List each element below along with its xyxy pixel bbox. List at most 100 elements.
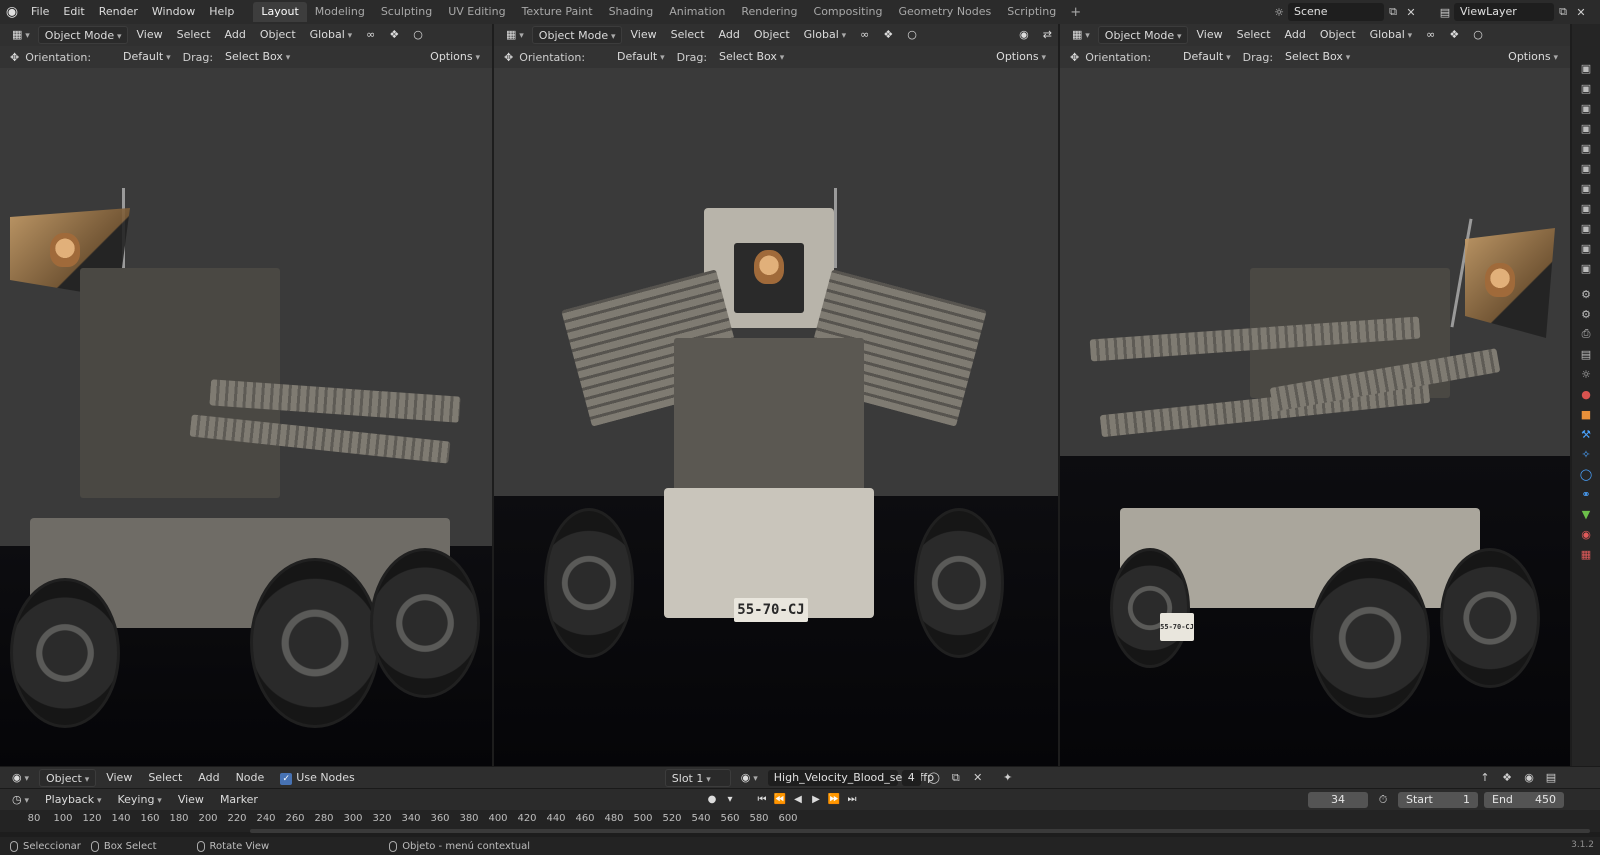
viewport-left[interactable]: ▦ Object Mode View Select Add Object Glo…	[0, 24, 494, 766]
menu-playback[interactable]: Playback	[39, 791, 107, 809]
proportional-edit-icon[interactable]: ○	[901, 26, 923, 44]
menu-view[interactable]: View	[130, 26, 168, 44]
new-viewlayer-icon[interactable]: ⧉	[1554, 3, 1572, 21]
orientation-dropdown[interactable]: Default	[1177, 48, 1237, 66]
blender-logo-icon[interactable]: ◉	[0, 0, 24, 24]
tab-rendering[interactable]: Rendering	[733, 2, 805, 22]
camera-icon[interactable]: ▣	[1578, 260, 1594, 276]
move-icon[interactable]: ✥	[504, 51, 513, 64]
slot-dropdown[interactable]: Slot 1	[664, 768, 731, 787]
tab-layout[interactable]: Layout	[253, 2, 307, 22]
end-frame-field[interactable]: End 450	[1484, 792, 1564, 808]
camera-icon[interactable]: ▣	[1578, 60, 1594, 76]
material-icon[interactable]: ◉	[1578, 526, 1594, 542]
tab-scripting[interactable]: Scripting	[999, 2, 1064, 22]
menu-select[interactable]: Select	[1231, 26, 1277, 44]
view-layer-icon[interactable]: ▤	[1578, 346, 1594, 362]
jump-end-icon[interactable]: ⏭	[844, 790, 860, 808]
tool-icon[interactable]: ⚙	[1578, 286, 1594, 302]
output-icon[interactable]: ⎙	[1578, 326, 1594, 342]
drag-dropdown[interactable]: Select Box	[219, 48, 296, 66]
camera-icon[interactable]: ▣	[1578, 80, 1594, 96]
drag-dropdown[interactable]: Select Box	[713, 48, 790, 66]
menu-help[interactable]: Help	[202, 0, 241, 24]
transform-orientation-dropdown[interactable]: Global	[304, 26, 358, 44]
proportional-edit-icon[interactable]: ○	[1467, 26, 1489, 44]
gizmo-icon[interactable]: ⇄	[1037, 26, 1058, 44]
viewport-center[interactable]: ▦ Object Mode View Select Add Object Glo…	[494, 24, 1060, 766]
mode-dropdown[interactable]: Object Mode	[531, 26, 623, 44]
scene-icon[interactable]: ☼	[1578, 366, 1594, 382]
physics-icon[interactable]: ◯	[1578, 466, 1594, 482]
menu-node[interactable]: Node	[230, 769, 271, 787]
menu-select[interactable]: Select	[142, 769, 188, 787]
parent-node-icon[interactable]: ↑	[1476, 769, 1494, 787]
object-icon[interactable]: ■	[1578, 406, 1594, 422]
modifier-icon[interactable]: ⚒	[1578, 426, 1594, 442]
material-name-field[interactable]: High_Velocity_Blood_se1kfffp	[767, 769, 934, 786]
tab-uv-editing[interactable]: UV Editing	[440, 2, 513, 22]
tab-geometry-nodes[interactable]: Geometry Nodes	[890, 2, 999, 22]
link-icon[interactable]: ∞	[854, 26, 875, 44]
vehicle-model[interactable]	[10, 188, 480, 728]
drag-dropdown[interactable]: Select Box	[1279, 48, 1356, 66]
timeline-scrollbar[interactable]	[250, 829, 1590, 833]
menu-view[interactable]: View	[1190, 26, 1228, 44]
menu-file[interactable]: File	[24, 0, 56, 24]
menu-keying[interactable]: Keying	[111, 791, 167, 809]
link-icon[interactable]: ∞	[1420, 26, 1441, 44]
menu-marker[interactable]: Marker	[214, 791, 264, 809]
menu-object[interactable]: Object	[1314, 26, 1362, 44]
menu-add[interactable]: Add	[219, 26, 252, 44]
menu-window[interactable]: Window	[145, 0, 202, 24]
play-reverse-icon[interactable]: ◀	[790, 790, 806, 808]
tab-compositing[interactable]: Compositing	[806, 2, 891, 22]
texture-icon[interactable]: ▦	[1578, 546, 1594, 562]
menu-render[interactable]: Render	[92, 0, 145, 24]
tab-sculpting[interactable]: Sculpting	[373, 2, 440, 22]
unlink-material-icon[interactable]: ✕	[969, 769, 987, 787]
orientation-dropdown[interactable]: Default	[117, 48, 177, 66]
mode-dropdown[interactable]: Object Mode	[1097, 26, 1189, 44]
camera-icon[interactable]: ▣	[1578, 220, 1594, 236]
material-browse-icon[interactable]: ◉	[735, 769, 764, 787]
overlay-icon[interactable]: ◉	[1520, 769, 1538, 787]
chevron-down-icon[interactable]: ▾	[722, 790, 738, 808]
camera-icon[interactable]: ▣	[1578, 180, 1594, 196]
snap-icon[interactable]: ❖	[383, 26, 405, 44]
scene-field[interactable]: Scene	[1288, 3, 1384, 21]
data-icon[interactable]: ▼	[1578, 506, 1594, 522]
stopwatch-icon[interactable]: ⏱	[1374, 791, 1392, 809]
viewlayer-field[interactable]: ViewLayer	[1454, 3, 1554, 21]
material-users-count[interactable]: 4	[901, 769, 921, 786]
vehicle-model[interactable]: 55-70-CJ	[524, 188, 1024, 708]
editor-type-icon[interactable]: ▦	[6, 26, 36, 44]
snap-icon[interactable]: ❖	[1498, 769, 1516, 787]
tab-animation[interactable]: Animation	[661, 2, 733, 22]
options-button[interactable]: Options	[424, 48, 486, 66]
sidebar-toggle-icon[interactable]: ▤	[1542, 769, 1560, 787]
camera-icon[interactable]: ▣	[1578, 100, 1594, 116]
move-icon[interactable]: ✥	[10, 51, 19, 64]
editor-type-icon[interactable]: ◉	[6, 769, 35, 787]
duplicate-material-icon[interactable]: ⧉	[947, 769, 965, 787]
delete-scene-icon[interactable]: ✕	[1402, 3, 1420, 21]
camera-icon[interactable]: ▣	[1578, 140, 1594, 156]
jump-start-icon[interactable]: ⏮	[754, 790, 770, 808]
viewport-right[interactable]: ▦ Object Mode View Select Add Object Glo…	[1060, 24, 1572, 766]
snap-icon[interactable]: ❖	[877, 26, 899, 44]
menu-edit[interactable]: Edit	[56, 0, 91, 24]
viewlayer-icon[interactable]: ▤	[1436, 3, 1454, 21]
next-keyframe-icon[interactable]: ⏩	[826, 790, 842, 808]
options-button[interactable]: Options	[990, 48, 1052, 66]
tab-shading[interactable]: Shading	[601, 2, 662, 22]
editor-type-icon[interactable]: ◷	[6, 791, 35, 809]
visibility-icon[interactable]: ◉	[1013, 26, 1035, 44]
menu-add[interactable]: Add	[713, 26, 746, 44]
tab-modeling[interactable]: Modeling	[307, 2, 373, 22]
menu-add[interactable]: Add	[1279, 26, 1312, 44]
transform-orientation-dropdown[interactable]: Global	[1364, 26, 1418, 44]
render-icon[interactable]: ⚙	[1578, 306, 1594, 322]
use-nodes-toggle[interactable]: ✓ Use Nodes	[274, 769, 361, 787]
vehicle-model[interactable]: 55-70-CJ	[1080, 218, 1560, 718]
